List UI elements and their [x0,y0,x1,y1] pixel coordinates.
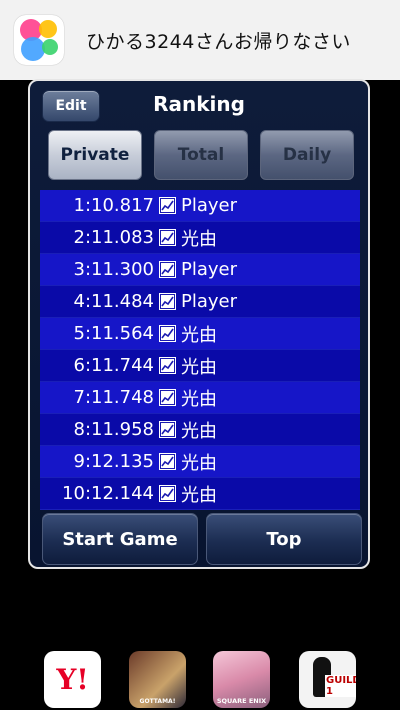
fighter-game-label: GOTTAMA! [139,698,176,705]
rank-player-name: 光由 [181,484,217,506]
ranking-row[interactable]: 10:12.144 光由 [40,478,360,510]
rank-time: 8:11.958 [73,419,155,440]
welcome-message: ひかる3244さんお帰りなさい [86,30,351,53]
ranking-row[interactable]: 6:11.744 光由 [40,350,360,382]
chart-icon[interactable] [159,293,176,310]
yahoo-logo-text: Y! [56,663,89,696]
ranking-row[interactable]: 5:11.564 光由 [40,318,360,350]
guild-label: GUILD 1 [325,675,356,697]
chart-icon[interactable] [159,357,176,374]
square-enix-label: SQUARE ENIX [216,697,267,705]
tab-private[interactable]: Private [48,130,142,180]
rank-time: 7:11.748 [73,387,155,408]
ranking-row[interactable]: 8:11.958 光由 [40,414,360,446]
app-icons-bar: Y! GOTTAMA! SQUARE ENIX GUILD 1 [0,651,400,709]
rank-player-name: Player [181,291,238,312]
rank-player-name: 光由 [181,452,217,474]
tab-total[interactable]: Total [154,130,248,180]
ranking-panel: Edit Ranking Private Total Daily 1:10.81… [28,79,370,569]
chart-icon[interactable] [159,485,176,502]
yahoo-icon[interactable]: Y! [44,651,101,708]
panel-title: Ranking [153,92,245,116]
rank-player-name: 光由 [181,228,217,250]
ranking-row[interactable]: 7:11.748 光由 [40,382,360,414]
ranking-row[interactable]: 9:12.135 光由 [40,446,360,478]
tab-daily[interactable]: Daily [260,130,354,180]
chart-icon[interactable] [159,229,176,246]
guild-game-icon[interactable]: GUILD 1 [299,651,356,708]
game-center-icon [14,15,64,65]
top-button[interactable]: Top [206,513,362,565]
ranking-row[interactable]: 1:10.817 Player [40,190,360,222]
ranking-tabs: Private Total Daily [48,130,354,180]
chart-icon[interactable] [159,197,176,214]
rank-time: 3:11.300 [73,259,155,280]
game-center-banner[interactable]: ひかる3244さんお帰りなさい [0,0,400,80]
rank-player-name: 光由 [181,324,217,346]
chart-icon[interactable] [159,261,176,278]
ranking-row[interactable]: 2:11.083 光由 [40,222,360,254]
panel-header: Edit Ranking [30,81,368,126]
rank-time: 6:11.744 [73,355,155,376]
rank-player-name: 光由 [181,388,217,410]
anime-girl-game-icon[interactable]: SQUARE ENIX [213,651,270,708]
rank-player-name: Player [181,259,238,280]
rank-time: 1:10.817 [73,195,155,216]
rank-time: 9:12.135 [73,451,155,472]
rank-time: 4:11.484 [73,291,155,312]
bottom-buttons: Start Game Top [42,513,362,565]
rank-time: 5:11.564 [73,323,155,344]
chart-icon[interactable] [159,389,176,406]
start-game-button[interactable]: Start Game [42,513,198,565]
ranking-row[interactable]: 4:11.484 Player [40,286,360,318]
ranking-row[interactable]: 3:11.300 Player [40,254,360,286]
chart-icon[interactable] [159,421,176,438]
rank-player-name: Player [181,195,238,216]
rank-player-name: 光由 [181,356,217,378]
rank-time: 10:12.144 [62,483,154,504]
fighter-game-icon[interactable]: GOTTAMA! [129,651,186,708]
rank-player-name: 光由 [181,420,217,442]
ranking-list: 1:10.817 Player 2:11.083 光由 3:11.300 Player 4:… [40,190,360,510]
chart-icon[interactable] [159,325,176,342]
rank-time: 2:11.083 [73,227,155,248]
chart-icon[interactable] [159,453,176,470]
